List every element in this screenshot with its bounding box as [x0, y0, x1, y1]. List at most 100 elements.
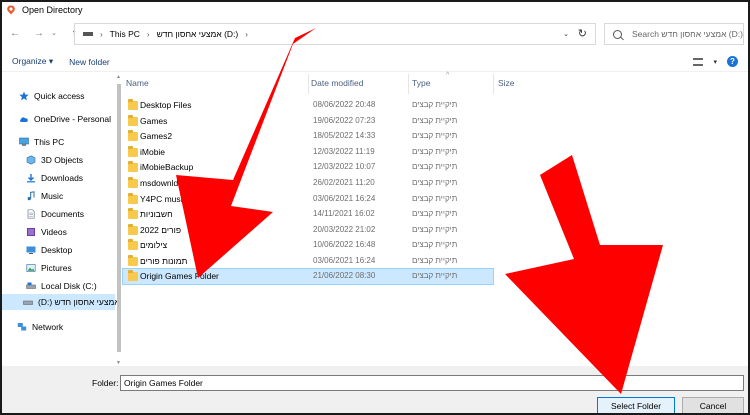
- arrow-left-icon[interactable]: ←: [8, 26, 22, 40]
- sidebar-item-onedrive[interactable]: OneDrive - Personal: [2, 111, 115, 127]
- column-header-type[interactable]: Type: [412, 78, 430, 88]
- file-date: 14/11/2021 16:02: [313, 209, 375, 219]
- file-name: msdownld.tmp: [140, 178, 195, 188]
- open-directory-dialog: Open Directory ← → ⌄ ↑ › This PC › אמצעי…: [0, 0, 750, 415]
- file-row[interactable]: חשבוניות 14/11/2021 16:02 תיקיית קבצים: [123, 207, 493, 223]
- sidebar-item-label: (D:) אמצעי אחסון חדש: [38, 297, 120, 307]
- file-date: 18/05/2022 14:33: [313, 131, 376, 141]
- file-name: Games2: [140, 131, 173, 142]
- file-type: תיקיית קבצים: [412, 131, 458, 141]
- file-row-selected[interactable]: Origin Games Folder 21/06/2022 08:30 תיק…: [122, 267, 494, 286]
- file-row[interactable]: צילומים 10/06/2022 16:48 תיקיית קבצים: [123, 238, 493, 254]
- cube-icon: [26, 155, 36, 165]
- file-type: תיקיית קבצים: [412, 270, 458, 280]
- file-date: 12/03/2022 11:19: [313, 146, 375, 156]
- music-icon: [27, 191, 35, 201]
- sidebar-item-documents[interactable]: Documents: [2, 206, 115, 222]
- column-divider[interactable]: [308, 74, 309, 94]
- sidebar-item-pictures[interactable]: Pictures: [2, 260, 115, 276]
- file-name: תמונות פורים: [140, 256, 188, 266]
- sidebar-item-3d-objects[interactable]: 3D Objects: [2, 152, 115, 168]
- chevron-down-icon[interactable]: ⌄: [47, 26, 61, 40]
- navigation-scrollbar[interactable]: ▲ ▼: [116, 74, 122, 366]
- video-icon: [27, 228, 35, 236]
- file-type: תיקיית קבצים: [412, 178, 458, 187]
- star-icon: [19, 91, 29, 101]
- sidebar-item-label: OneDrive - Personal: [34, 114, 112, 124]
- sidebar-item-network[interactable]: Network: [2, 319, 115, 335]
- document-icon: [27, 209, 35, 219]
- download-icon: [27, 174, 35, 183]
- file-row[interactable]: iMobieBackup 12/03/2022 10:07 תיקיית קבצ…: [123, 160, 493, 176]
- search-placeholder: Search אמצעי אחסון חדש (D:): [632, 29, 743, 39]
- file-name: צילומים: [140, 240, 168, 251]
- drive-icon: [26, 282, 36, 289]
- address-bar[interactable]: › This PC › אמצעי אחסון חדש (D:) › ⌄ ↻: [74, 23, 596, 45]
- desktop-icon: [26, 246, 36, 254]
- scrollbar-thumb[interactable]: [117, 84, 121, 352]
- network-icon: [17, 323, 27, 331]
- column-header-size[interactable]: Size: [498, 78, 515, 88]
- arrow-right-icon[interactable]: →: [32, 26, 46, 40]
- organize-button[interactable]: Organize ▾: [12, 56, 53, 67]
- sidebar-item-quick-access[interactable]: Quick access: [2, 88, 115, 104]
- sidebar-item-local-disk-c[interactable]: Local Disk (C:): [2, 278, 115, 294]
- file-row[interactable]: תמונות פורים 03/06/2021 16:24 תיקיית קבצ…: [123, 254, 493, 270]
- refresh-icon[interactable]: ↻: [578, 27, 587, 40]
- file-type: תיקיית קבצים: [412, 162, 458, 172]
- help-icon[interactable]: ?: [727, 56, 738, 67]
- new-folder-button[interactable]: New folder: [69, 57, 110, 67]
- file-type: תיקיית קבצים: [412, 100, 458, 109]
- file-row[interactable]: msdownld.tmp 26/02/2021 11:20 תיקיית קבצ…: [123, 176, 493, 192]
- file-row[interactable]: Desktop Files 08/06/2022 20:48 תיקיית קב…: [123, 98, 493, 114]
- file-type: תיקיית קבצים: [412, 224, 458, 234]
- column-header-date-modified[interactable]: Date modified: [311, 78, 363, 88]
- folder-label: Folder:: [92, 378, 119, 388]
- folder-input[interactable]: Origin Games Folder: [120, 375, 744, 391]
- sidebar-item-label: 3D Objects: [41, 155, 84, 165]
- folder-icon: [128, 192, 138, 204]
- sidebar-item-label: Network: [32, 322, 64, 332]
- file-type: תיקיית קבצים: [412, 115, 458, 125]
- sidebar-item-drive-d[interactable]: (D:) אמצעי אחסון חדש: [2, 294, 120, 310]
- navigation-bar: ← → ⌄ ↑ › This PC › אמצעי אחסון חדש (D:)…: [2, 18, 748, 48]
- sidebar-item-this-pc[interactable]: This PC: [2, 134, 115, 150]
- cancel-button[interactable]: Cancel: [682, 397, 744, 413]
- search-input[interactable]: Search אמצעי אחסון חדש (D:): [604, 23, 744, 45]
- file-type: תיקיית קבצים: [412, 146, 458, 156]
- search-icon: [613, 29, 622, 39]
- folder-icon: [128, 99, 138, 110]
- sidebar-item-videos[interactable]: Videos: [2, 224, 115, 240]
- file-name: חשבוניות: [140, 209, 173, 220]
- command-toolbar: Organize ▾ New folder ▾ ?: [2, 52, 748, 72]
- breadcrumb-separator: ›: [146, 29, 150, 39]
- sidebar-item-downloads[interactable]: Downloads: [2, 170, 115, 186]
- file-name: Origin Games Folder: [140, 270, 219, 281]
- file-row[interactable]: Y4PC music 03/06/2021 16:24 תיקיית קבצים: [123, 192, 493, 208]
- breadcrumb-this-pc[interactable]: This PC: [110, 29, 140, 39]
- folder-icon: [128, 208, 138, 220]
- file-row[interactable]: Games2 18/05/2022 14:33 תיקיית קבצים: [123, 129, 493, 145]
- file-name: Y4PC music: [140, 193, 187, 204]
- chevron-down-icon[interactable]: ⌄: [563, 30, 569, 38]
- folder-icon: [128, 130, 138, 142]
- file-date: 21/06/2022 08:30: [313, 270, 376, 280]
- view-options-icon[interactable]: [693, 57, 704, 66]
- chevron-down-icon[interactable]: ▾: [713, 58, 717, 66]
- scroll-up-icon[interactable]: ▲: [116, 74, 121, 80]
- breadcrumb-drive-d[interactable]: אמצעי אחסון חדש (D:): [157, 29, 239, 39]
- folder-icon: [128, 177, 138, 188]
- file-row[interactable]: פורים 2022 20/03/2022 21:02 תיקיית קבצים: [123, 223, 493, 239]
- sidebar-item-music[interactable]: Music: [2, 188, 115, 204]
- file-row[interactable]: iMobie 12/03/2022 11:19 תיקיית קבצים: [123, 145, 493, 161]
- file-type: תיקיית קבצים: [412, 193, 458, 203]
- file-row[interactable]: Games 19/06/2022 07:23 תיקיית קבצים: [123, 114, 493, 130]
- select-folder-button[interactable]: Select Folder: [597, 397, 675, 413]
- sidebar-item-desktop[interactable]: Desktop: [2, 242, 115, 258]
- breadcrumb-separator[interactable]: ›: [245, 30, 248, 39]
- file-date: 10/06/2022 16:48: [313, 240, 376, 250]
- column-divider[interactable]: [493, 74, 494, 94]
- column-divider[interactable]: [408, 74, 409, 94]
- sidebar-item-label: Videos: [41, 227, 67, 237]
- column-header-name[interactable]: Name: [126, 78, 149, 88]
